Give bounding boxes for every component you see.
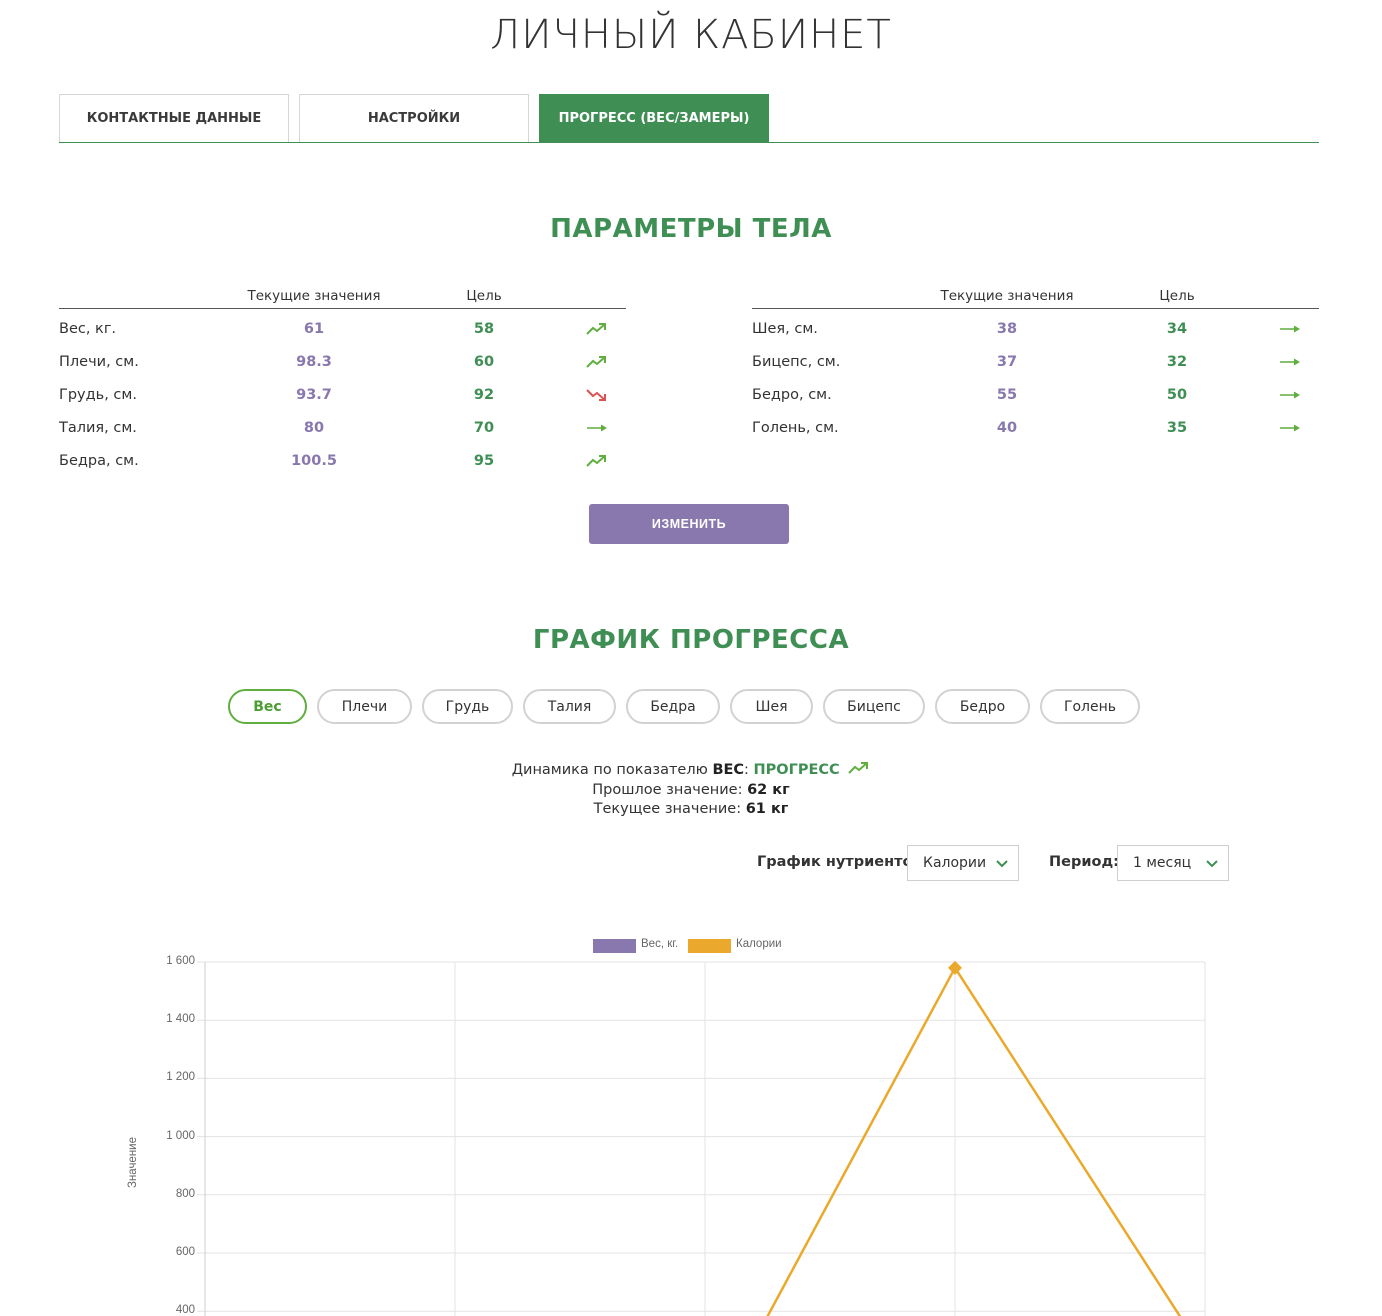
params-header: Текущие значения Цель xyxy=(752,285,1319,309)
metric-pill-waist[interactable]: Талия xyxy=(523,689,616,724)
chart-plot-area xyxy=(197,960,1206,1316)
param-goal-value: 95 xyxy=(473,453,495,469)
current-label: Текущее значение: xyxy=(593,801,742,817)
param-row: Бедра, см. 100.5 95 xyxy=(59,441,626,474)
params-table-left: Текущие значения Цель Вес, кг. 61 58 Плечи,… xyxy=(59,285,626,474)
dynamics-status: ПРОГРЕСС xyxy=(753,762,840,778)
metric-pill-hips[interactable]: Бедра xyxy=(626,689,720,724)
param-row: Бицепс, см. 37 32 xyxy=(752,342,1319,375)
tab-progress[interactable]: ПРОГРЕСС (ВЕС/ЗАМЕРЫ) xyxy=(539,94,769,142)
metric-pill-neck[interactable]: Шея xyxy=(730,689,813,724)
param-goal-value: 35 xyxy=(1166,420,1188,436)
trend-down-icon xyxy=(585,387,609,403)
trend-flat-icon xyxy=(1278,387,1302,403)
param-row: Вес, кг. 61 58 xyxy=(59,309,626,342)
col-current-header: Текущие значения xyxy=(247,288,381,304)
param-row: Шея, см. 38 34 xyxy=(752,309,1319,342)
param-current-value: 37 xyxy=(996,354,1018,370)
tab-settings[interactable]: НАСТРОЙКИ xyxy=(299,94,529,142)
chevron-down-icon xyxy=(1206,860,1218,868)
nutrients-select[interactable]: Калории xyxy=(907,845,1019,881)
metric-pill-weight[interactable]: Вес xyxy=(228,689,307,724)
param-current-value: 98.3 xyxy=(296,354,332,370)
metric-selector: Вес Плечи Грудь Талия Бедра Шея Бицепс Б… xyxy=(0,689,1382,724)
col-goal-header: Цель xyxy=(466,288,502,304)
metric-pill-biceps[interactable]: Бицепс xyxy=(823,689,925,724)
chevron-down-icon xyxy=(996,860,1008,868)
param-current-value: 38 xyxy=(996,321,1018,337)
dynamics-line: Динамика по показателю ВЕС: ПРОГРЕСС xyxy=(0,761,1382,778)
param-label: Грудь, см. xyxy=(59,387,137,403)
param-current-value: 61 xyxy=(303,321,325,337)
params-header: Текущие значения Цель xyxy=(59,285,626,309)
tab-contacts[interactable]: КОНТАКТНЫЕ ДАННЫЕ xyxy=(59,94,289,142)
param-label: Голень, см. xyxy=(752,420,839,436)
col-goal-header: Цель xyxy=(1159,288,1195,304)
body-params-title: ПАРАМЕТРЫ ТЕЛА xyxy=(550,214,832,244)
param-label: Бицепс, см. xyxy=(752,354,841,370)
param-goal-value: 92 xyxy=(473,387,495,403)
param-current-value: 100.5 xyxy=(291,453,337,469)
param-row: Голень, см. 40 35 xyxy=(752,408,1319,441)
trend-flat-icon xyxy=(1278,420,1302,436)
param-current-value: 80 xyxy=(303,420,325,436)
trend-up-icon xyxy=(848,762,869,774)
trend-up-icon xyxy=(585,453,609,469)
previous-value: 62 кг xyxy=(747,782,790,798)
param-row: Плечи, см. 98.3 60 xyxy=(59,342,626,375)
trend-flat-icon xyxy=(1278,354,1302,370)
metric-pill-calf[interactable]: Голень xyxy=(1040,689,1140,724)
nutrients-select-value: Калории xyxy=(923,855,987,871)
period-label: Период: xyxy=(1049,854,1119,870)
param-label: Бедро, см. xyxy=(752,387,832,403)
current-value: 61 кг xyxy=(745,801,789,817)
param-label: Бедра, см. xyxy=(59,453,139,469)
calories-data-point xyxy=(948,960,962,975)
param-goal-value: 50 xyxy=(1166,387,1188,403)
param-label: Талия, см. xyxy=(59,420,137,436)
param-label: Вес, кг. xyxy=(59,321,117,337)
metric-pill-chest[interactable]: Грудь xyxy=(422,689,513,724)
period-select-value: 1 месяц xyxy=(1133,855,1192,871)
dynamics-prefix: Динамика по показателю xyxy=(511,762,708,778)
trend-up-icon xyxy=(585,354,609,370)
period-select[interactable]: 1 месяц xyxy=(1117,845,1229,881)
param-label: Плечи, см. xyxy=(59,354,139,370)
param-goal-value: 70 xyxy=(473,420,495,436)
progress-chart-title: ГРАФИК ПРОГРЕССА xyxy=(532,625,850,655)
param-current-value: 40 xyxy=(996,420,1018,436)
tab-bar: КОНТАКТНЫЕ ДАННЫЕ НАСТРОЙКИ ПРОГРЕСС (ВЕ… xyxy=(59,94,1319,143)
previous-label: Прошлое значение: xyxy=(592,782,743,798)
edit-button[interactable]: ИЗМЕНИТЬ xyxy=(589,504,789,544)
previous-value-line: Прошлое значение: 62 кг xyxy=(0,782,1382,798)
param-row: Бедро, см. 55 50 xyxy=(752,375,1319,408)
param-label: Шея, см. xyxy=(752,321,818,337)
param-goal-value: 60 xyxy=(473,354,495,370)
param-row: Талия, см. 80 70 xyxy=(59,408,626,441)
page-title: ЛИЧНЫЙ КАБИНЕТ xyxy=(490,12,892,58)
metric-pill-shoulders[interactable]: Плечи xyxy=(317,689,412,724)
nutrients-label: График нутриентов: xyxy=(757,854,928,870)
trend-flat-icon xyxy=(1278,321,1302,337)
trend-flat-icon xyxy=(585,420,609,436)
current-value-line: Текущее значение: 61 кг xyxy=(0,801,1382,817)
progress-chart: Вес, кг. Калории 1 600 1 400 1 200 1 000 800… xyxy=(0,930,1382,1316)
metric-pill-thigh[interactable]: Бедро xyxy=(935,689,1030,724)
param-current-value: 93.7 xyxy=(296,387,332,403)
param-goal-value: 58 xyxy=(473,321,495,337)
param-current-value: 55 xyxy=(996,387,1018,403)
dynamics-metric: ВЕС xyxy=(712,762,745,778)
param-goal-value: 34 xyxy=(1166,321,1188,337)
param-row: Грудь, см. 93.7 92 xyxy=(59,375,626,408)
col-current-header: Текущие значения xyxy=(940,288,1074,304)
param-goal-value: 32 xyxy=(1166,354,1188,370)
params-table-right: Текущие значения Цель Шея, см. 38 34 Бицепс… xyxy=(752,285,1319,441)
trend-up-icon xyxy=(585,321,609,337)
